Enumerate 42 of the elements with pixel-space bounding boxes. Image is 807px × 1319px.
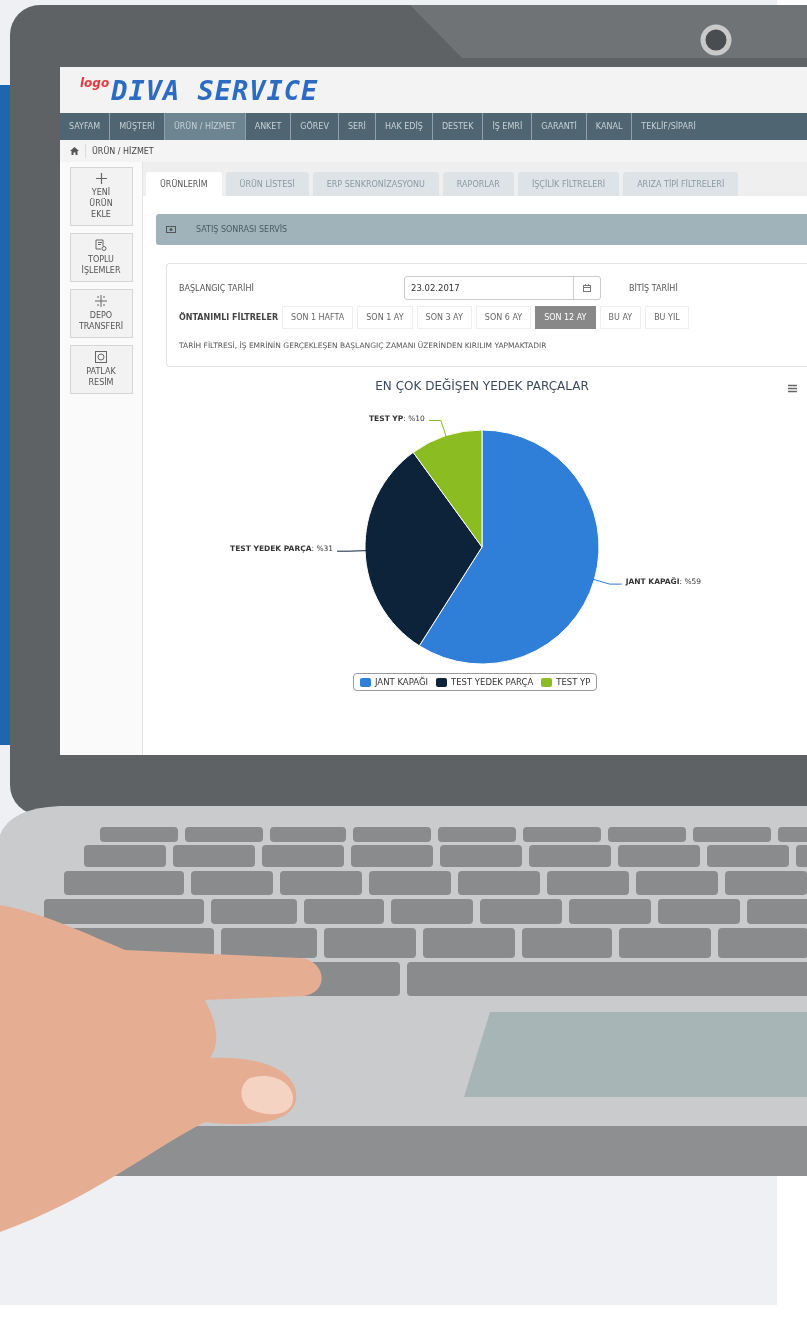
calendar-icon[interactable] (583, 284, 591, 292)
sidebar-button[interactable]: DEPO TRANSFERİ (69, 289, 133, 338)
date-field[interactable]: 23.02.2017 (404, 276, 601, 300)
filter-label: ÖNTANIMLI FİLTRELER (179, 313, 279, 322)
arrows-icon (95, 295, 107, 307)
filter-button[interactable]: SON 6 AY (475, 306, 532, 329)
filter-button[interactable]: BU YIL (645, 306, 689, 329)
brand-logo: logo (80, 76, 110, 90)
legend-label[interactable]: JANT KAPAĞI (375, 677, 428, 687)
leader-line (428, 420, 447, 439)
leader-line (336, 550, 368, 552)
product-logo: DIVA SERVICE (111, 74, 319, 106)
legend-label[interactable]: TEST YEDEK PARÇA (451, 677, 534, 687)
menu-icon[interactable] (788, 384, 797, 393)
filter-button[interactable]: SON 1 HAFTA (282, 306, 354, 329)
field-label: BİTİŞ TARİHİ (629, 283, 678, 293)
leader-line (591, 578, 623, 585)
filter-button[interactable]: SON 12 AY (535, 306, 596, 329)
sidebar-button[interactable]: PATLAK RESİM (69, 345, 133, 394)
plus-icon (95, 173, 107, 184)
tab[interactable]: ÜRÜN LİSTESİ (225, 172, 309, 196)
tab[interactable]: ERP SENKRONİZASYONU (312, 172, 439, 196)
document-icon (95, 239, 107, 251)
picture-icon (95, 351, 107, 363)
money-icon (166, 226, 176, 233)
nav-item[interactable]: TEKLİF/SİPARİ (632, 113, 705, 140)
field-label: BAŞLANGIÇ TARİHİ (179, 283, 255, 293)
tab[interactable]: ARIZA TİPİ FİLTRELERİ (623, 172, 739, 196)
filter-button[interactable]: SON 1 AY (357, 306, 413, 329)
breadcrumb-item[interactable]: ÜRÜN / HİZMET (92, 146, 154, 156)
filter-button[interactable]: SON 3 AY (416, 306, 472, 329)
home-icon[interactable] (70, 147, 79, 155)
tab[interactable]: ÜRÜNLERİM (146, 172, 222, 196)
sidebar-button[interactable]: TOPLU İŞLEMLER (69, 233, 133, 282)
nav-item[interactable]: ÜRÜN / HİZMET (164, 113, 246, 140)
tab[interactable]: RAPORLAR (442, 172, 514, 196)
panel-title: SATIŞ SONRASI SERVİS (196, 225, 288, 234)
legend-label[interactable]: TEST YP (556, 677, 591, 687)
filter-button[interactable]: BU AY (599, 306, 642, 329)
chart-title: EN ÇOK DEĞİŞEN YEDEK PARÇALAR (374, 379, 590, 393)
sidebar-button[interactable]: YENİ ÜRÜN EKLE (69, 167, 133, 226)
tab[interactable]: İŞÇİLİK FİLTRELERİ (517, 172, 620, 196)
